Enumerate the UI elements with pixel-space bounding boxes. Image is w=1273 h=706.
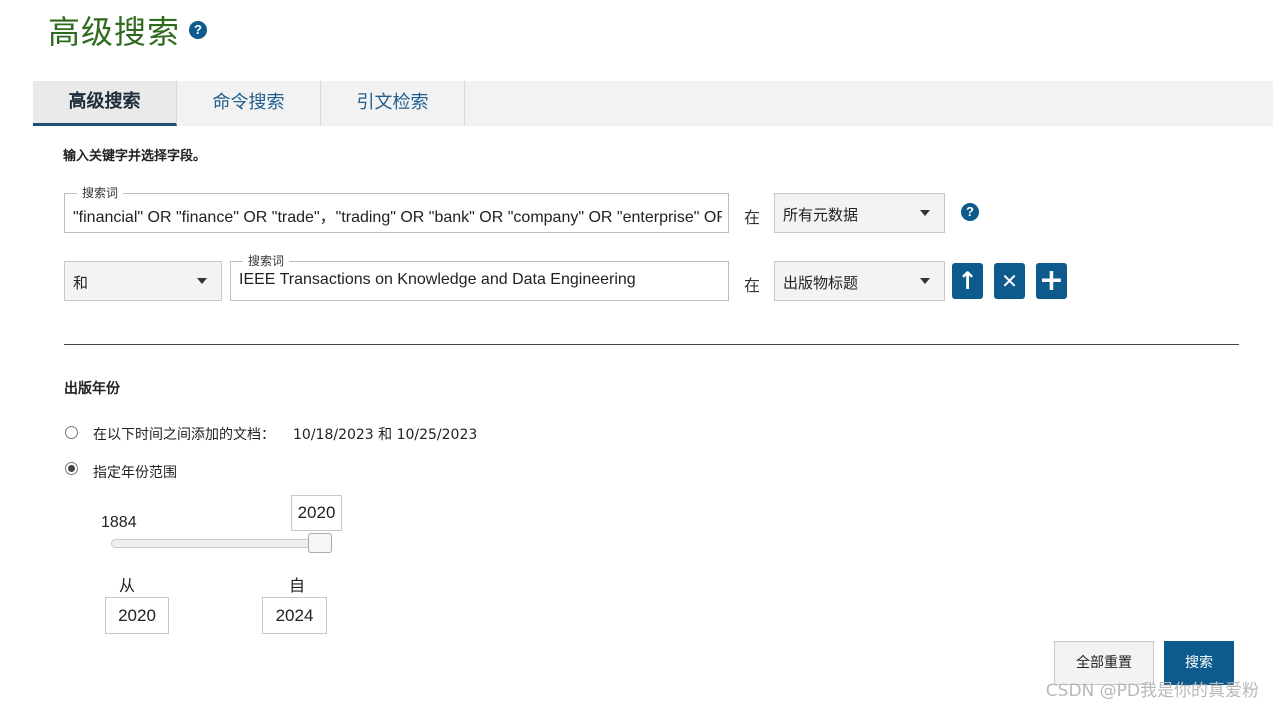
chevron-down-icon (920, 210, 930, 216)
search-term-legend: 搜索词 (243, 253, 290, 269)
field-select-value: 出版物标题 (783, 274, 859, 292)
in-label: 在 (744, 276, 761, 295)
section-title-publication-year: 出版年份 (64, 381, 120, 397)
help-icon[interactable]: ? (189, 21, 207, 39)
year-slider-handle[interactable] (308, 533, 332, 553)
search-term-value[interactable]: IEEE Transactions on Knowledge and Data … (239, 271, 722, 289)
search-term-field-1[interactable]: 搜索词 "financial" OR "finance" OR "trade"，… (64, 185, 729, 233)
tab-bar: 高级搜索 命令搜索 引文检索 (33, 81, 1273, 126)
search-term-field-2[interactable]: 搜索词 IEEE Transactions on Knowledge and D… (230, 253, 729, 301)
chevron-down-icon (920, 278, 930, 284)
field-select-value: 所有元数据 (783, 206, 859, 224)
year-slider-track[interactable] (111, 539, 332, 548)
remove-row-button[interactable]: ✕ (994, 263, 1025, 299)
radio-year-range-label: 指定年份范围 (93, 465, 177, 481)
field-help-icon[interactable]: ? (961, 203, 979, 221)
move-up-button[interactable]: ↑ (952, 263, 983, 299)
slider-min-label: 1884 (101, 514, 137, 531)
radio-date-added-label: 在以下时间之间添加的文档： (93, 427, 275, 443)
to-label: 自 (289, 578, 306, 595)
radio-year-range[interactable] (65, 462, 78, 475)
chevron-down-icon (197, 278, 207, 284)
tab-advanced-search[interactable]: 高级搜索 (33, 81, 177, 126)
operator-value: 和 (73, 274, 89, 292)
to-year-input[interactable]: 2024 (262, 597, 327, 634)
instruction-text: 输入关键字并选择字段。 (63, 149, 207, 164)
search-term-value[interactable]: "financial" OR "finance" OR "trade"，"tra… (73, 203, 722, 227)
from-year-input[interactable]: 2020 (105, 597, 169, 634)
tab-command-search[interactable]: 命令搜索 (177, 81, 321, 126)
tab-citation-search[interactable]: 引文检索 (321, 81, 465, 126)
search-term-legend: 搜索词 (77, 185, 124, 201)
divider (64, 344, 1239, 345)
watermark-text: CSDN @PD我是你的真爱粉 (1045, 681, 1259, 701)
from-label: 从 (119, 578, 136, 595)
field-select-1[interactable]: 所有元数据 (774, 193, 945, 233)
field-select-2[interactable]: 出版物标题 (774, 261, 945, 301)
add-row-button[interactable]: + (1036, 263, 1067, 299)
in-label: 在 (744, 208, 761, 227)
operator-select[interactable]: 和 (64, 261, 222, 301)
slider-value-tooltip: 2020 (291, 495, 342, 531)
date-range-text: 10/18/2023 和 10/25/2023 (293, 427, 478, 443)
radio-date-added[interactable] (65, 426, 78, 439)
page-title: 高级搜索 (48, 13, 181, 51)
